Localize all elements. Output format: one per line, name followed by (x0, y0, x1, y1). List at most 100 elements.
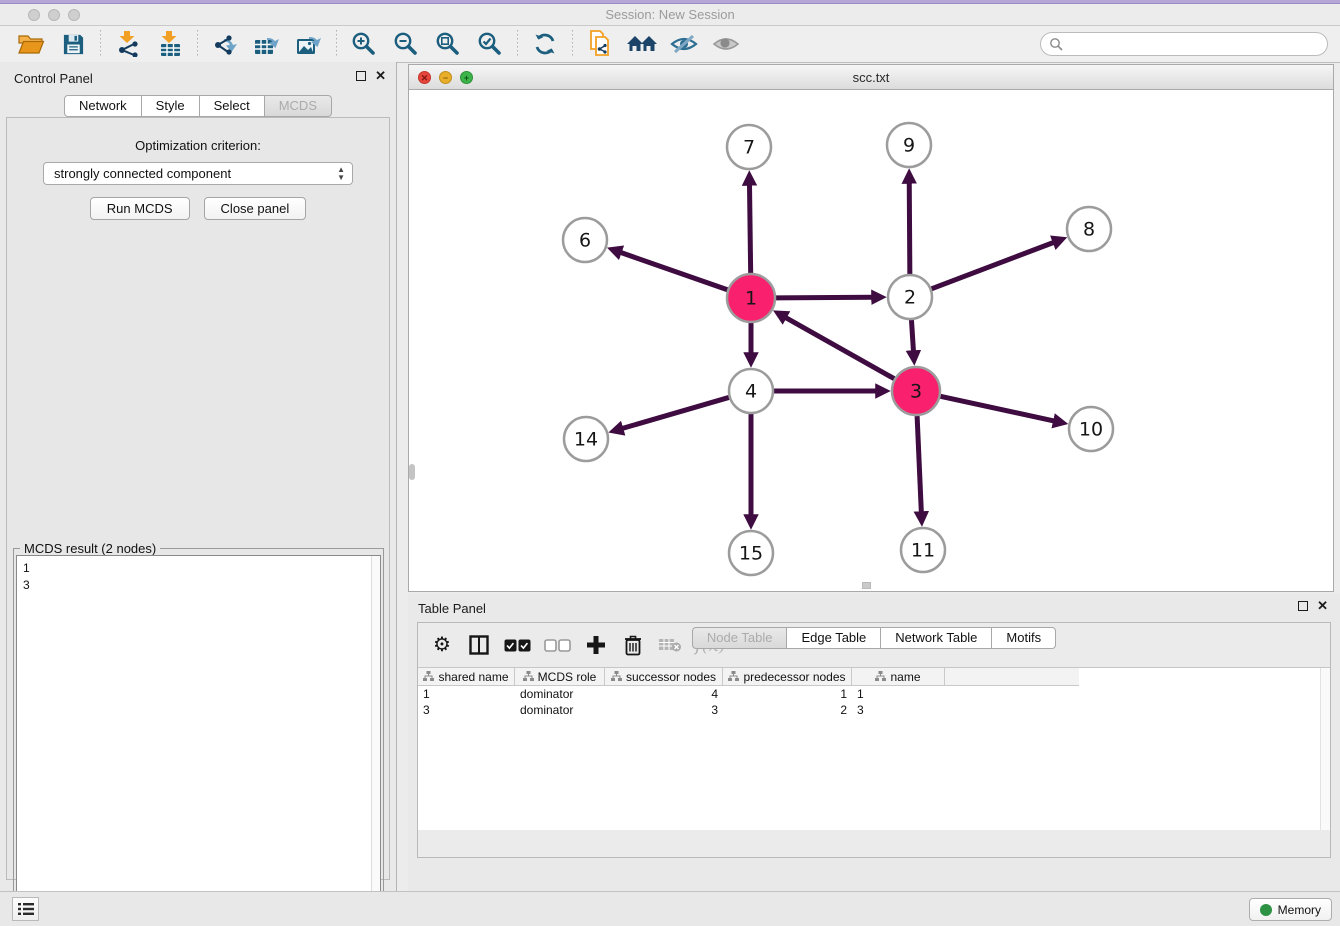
import-network-button[interactable] (112, 29, 144, 59)
close-panel-icon[interactable]: ✕ (375, 70, 386, 82)
graph-edge-4-14[interactable] (622, 397, 728, 428)
graph-node-3[interactable]: 3 (892, 367, 940, 415)
graph-node-2[interactable]: 2 (888, 275, 932, 319)
export-image-icon (295, 31, 323, 57)
graph-edge-1-6[interactable] (621, 253, 728, 290)
export-network-icon (212, 31, 239, 57)
list-icon (18, 902, 34, 916)
memory-label: Memory (1278, 903, 1321, 917)
toolbar-separator (100, 30, 101, 58)
tab-select[interactable]: Select (200, 95, 265, 117)
svg-text:11: 11 (911, 540, 935, 562)
graph-edge-3-10[interactable] (940, 396, 1053, 421)
tab-motifs[interactable]: Motifs (992, 627, 1056, 649)
graph-edge-2-9[interactable] (909, 183, 910, 274)
tab-mcds[interactable]: MCDS (265, 95, 332, 117)
graph-node-14[interactable]: 14 (564, 417, 608, 461)
refresh-icon (532, 31, 558, 57)
zoom-selected-button[interactable] (474, 29, 506, 59)
memory-status-icon (1260, 904, 1272, 916)
memory-button[interactable]: Memory (1249, 898, 1332, 921)
toolbar-separator (197, 30, 198, 58)
mcds-panel-body: Optimization criterion: strongly connect… (6, 117, 390, 880)
svg-text:6: 6 (579, 230, 591, 252)
float-table-panel-icon[interactable] (1298, 601, 1308, 611)
tab-style[interactable]: Style (142, 95, 200, 117)
zoom-fit-button[interactable] (432, 29, 464, 59)
result-line: 1 (23, 560, 374, 577)
open-folder-icon (17, 32, 45, 56)
close-panel-button[interactable]: Close panel (204, 197, 307, 220)
graph-node-11[interactable]: 11 (901, 528, 945, 572)
svg-text:15: 15 (739, 543, 763, 565)
result-scrollbar[interactable] (371, 556, 380, 926)
control-panel-title: Control Panel (14, 71, 93, 86)
control-panel-header: Control Panel ✕ (0, 62, 396, 94)
import-table-icon (157, 31, 183, 57)
import-network-icon (115, 31, 141, 57)
criterion-dropdown[interactable]: strongly connected component ▲▼ (43, 162, 353, 185)
import-table-button[interactable] (154, 29, 186, 59)
svg-text:2: 2 (904, 287, 916, 309)
graph-node-9[interactable]: 9 (887, 123, 931, 167)
run-mcds-button[interactable]: Run MCDS (90, 197, 190, 220)
graph-edge-2-8[interactable] (932, 242, 1054, 288)
svg-text:3: 3 (910, 381, 922, 403)
save-session-button[interactable] (57, 29, 89, 59)
export-table-button[interactable] (251, 29, 283, 59)
tab-edge-table[interactable]: Edge Table (787, 627, 881, 649)
export-network-button[interactable] (209, 29, 241, 59)
svg-text:7: 7 (743, 137, 755, 159)
graph-edge-3-1[interactable] (786, 318, 894, 379)
tab-node-table[interactable]: Node Table (692, 627, 788, 649)
search-input[interactable] (1067, 37, 1327, 52)
graph-node-8[interactable]: 8 (1067, 207, 1111, 251)
network-window-title: scc.txt (409, 70, 1333, 85)
close-table-panel-icon[interactable]: ✕ (1317, 600, 1328, 612)
zoom-selected-icon (477, 31, 503, 57)
tab-network-table[interactable]: Network Table (881, 627, 992, 649)
main-toolbar (0, 26, 1340, 63)
export-table-icon (253, 31, 281, 57)
refresh-view-button[interactable] (529, 29, 561, 59)
hide-selected-button[interactable] (668, 29, 700, 59)
open-home-button[interactable] (626, 29, 658, 59)
tab-network[interactable]: Network (64, 95, 142, 117)
mcds-result-title: MCDS result (2 nodes) (20, 541, 160, 556)
graph-edge-1-7[interactable] (750, 185, 751, 273)
network-window-titlebar[interactable]: ✕ − + scc.txt (409, 65, 1333, 90)
zoom-in-icon (351, 31, 377, 57)
search-field[interactable] (1040, 32, 1328, 56)
graph-node-6[interactable]: 6 (563, 218, 607, 262)
network-graph: 1 2 3 4 6 7 8 9 10 11 14 15 (409, 90, 1333, 591)
graph-node-15[interactable]: 15 (729, 531, 773, 575)
graph-node-4[interactable]: 4 (729, 369, 773, 413)
float-panel-icon[interactable] (356, 71, 366, 81)
window-titlebar: Session: New Session (0, 0, 1340, 26)
zoom-in-button[interactable] (348, 29, 380, 59)
window-title: Session: New Session (0, 7, 1340, 22)
network-vertical-scroll-thumb[interactable] (409, 464, 415, 480)
graph-node-7[interactable]: 7 (727, 125, 771, 169)
graph-node-1[interactable]: 1 (727, 274, 775, 322)
table-tabs: Node Table Edge Table Network Table Moti… (408, 627, 1340, 886)
graph-node-10[interactable]: 10 (1069, 407, 1113, 451)
svg-text:14: 14 (574, 429, 598, 451)
zoom-out-button[interactable] (390, 29, 422, 59)
network-horizontal-scroll-thumb[interactable] (862, 582, 871, 589)
graph-edge-3-11[interactable] (917, 416, 921, 512)
show-all-button[interactable] (710, 29, 742, 59)
mcds-result-text[interactable]: 1 3 (16, 555, 381, 926)
export-image-button[interactable] (293, 29, 325, 59)
control-panel: Control Panel ✕ Network Style Select MCD… (0, 62, 397, 891)
network-canvas[interactable]: 1 2 3 4 6 7 8 9 10 11 14 15 (409, 90, 1333, 591)
copy-network-button[interactable] (584, 29, 616, 59)
task-history-button[interactable] (12, 897, 39, 921)
eye-slash-icon (669, 32, 699, 56)
table-panel-header: Table Panel ✕ (408, 594, 1340, 621)
table-panel-title: Table Panel (418, 601, 486, 616)
graph-edge-2-3[interactable] (911, 320, 913, 351)
double-house-icon (626, 32, 658, 56)
graph-edge-1-2[interactable] (776, 297, 872, 298)
open-session-button[interactable] (15, 29, 47, 59)
